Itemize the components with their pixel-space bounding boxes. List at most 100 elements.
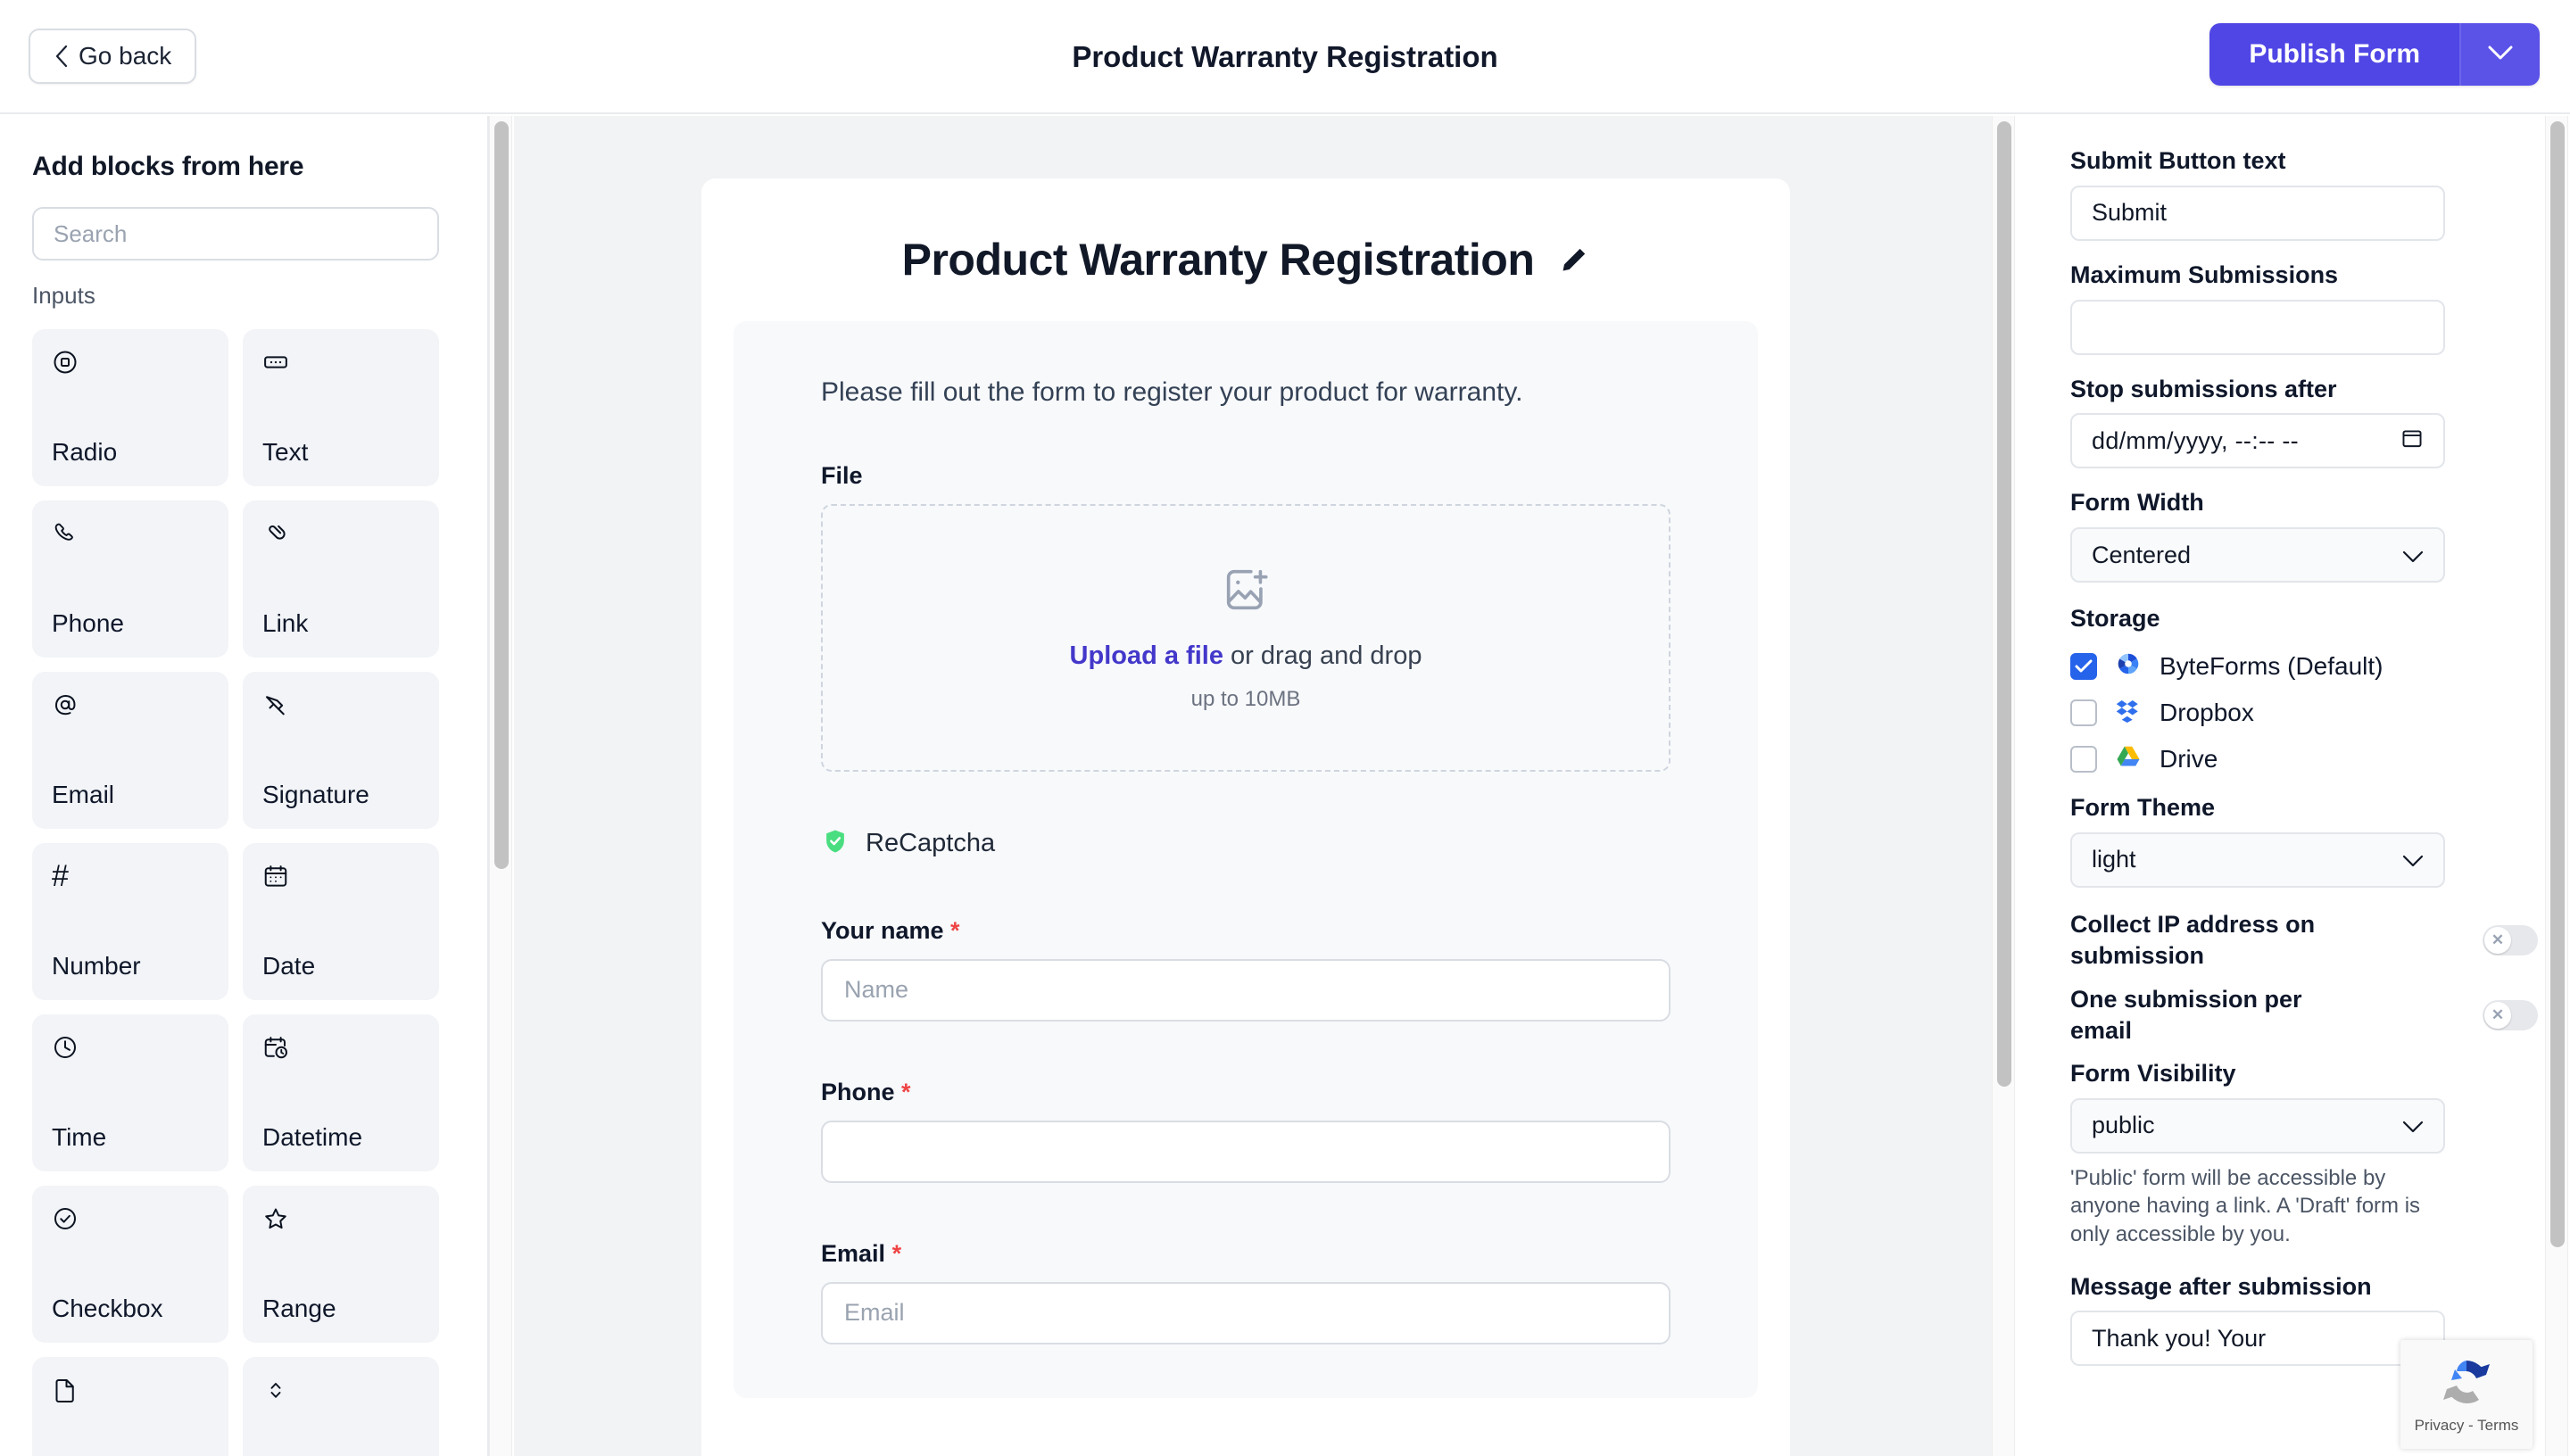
collect-ip-toggle[interactable]: ✕ (2483, 925, 2538, 956)
blocks-panel-scrollbar[interactable] (489, 116, 512, 1456)
dropbox-logo-icon (2115, 697, 2142, 728)
storage-label: Storage (2070, 604, 2538, 634)
blocks-grid: Radio Text Phone Link (32, 329, 455, 1456)
hash-icon: # (52, 863, 209, 893)
block-radio[interactable]: Radio (32, 329, 228, 486)
dropzone-size-hint: up to 10MB (1191, 687, 1301, 712)
blocks-panel-scrollbar-thumb[interactable] (494, 121, 509, 869)
search-input[interactable] (54, 220, 418, 248)
email-input[interactable] (821, 1282, 1670, 1344)
form-canvas-scrollbar-thumb[interactable] (1997, 121, 2011, 1087)
block-label: Text (262, 438, 419, 467)
upload-a-file-link[interactable]: Upload a file (1070, 641, 1223, 670)
one-submission-row: One submission per email ✕ (2070, 984, 2538, 1046)
collect-ip-label: Collect IP address on submission (2070, 909, 2365, 972)
image-add-icon (1220, 564, 1272, 620)
block-time[interactable]: Time (32, 1014, 228, 1171)
drag-and-drop-text: or drag and drop (1223, 641, 1422, 670)
block-label: Date (262, 952, 419, 980)
form-visibility-select[interactable]: public (2070, 1098, 2445, 1154)
block-label: Number (52, 952, 209, 980)
clock-icon (52, 1034, 209, 1064)
calendar-icon[interactable] (2400, 426, 2424, 456)
submit-button-text-label: Submit Button text (2070, 146, 2538, 177)
block-datetime[interactable]: Datetime (243, 1014, 439, 1171)
close-icon: ✕ (2484, 1002, 2511, 1029)
storage-option-label: Drive (2160, 745, 2218, 774)
block-label: Radio (52, 438, 209, 467)
field-label-text: Email (821, 1240, 885, 1267)
publish-options-dropdown-button[interactable] (2459, 23, 2540, 86)
stop-submissions-datetime-input[interactable]: dd/mm/yyyy, --:-- -- (2070, 413, 2445, 468)
block-label: Signature (262, 781, 419, 809)
blocks-panel-title: Add blocks from here (32, 152, 455, 182)
storage-option-label: ByteForms (Default) (2160, 652, 2383, 681)
form-visibility-value: public (2092, 1112, 2155, 1139)
block-label: Email (52, 781, 209, 809)
message-after-submission-input[interactable]: Thank you! Your (2070, 1311, 2445, 1366)
block-label: Datetime (262, 1123, 419, 1152)
chevron-down-icon (2402, 846, 2424, 873)
maximum-submissions-label: Maximum Submissions (2070, 261, 2538, 291)
publish-form-group: Publish Form (2209, 23, 2540, 86)
chevron-left-icon (54, 44, 69, 69)
byteforms-logo-icon (2115, 650, 2142, 682)
settings-panel-scrollbar[interactable] (2545, 116, 2568, 1456)
maximum-submissions-input[interactable] (2070, 300, 2445, 355)
block-label: Range (262, 1295, 419, 1323)
block-number[interactable]: # Number (32, 843, 228, 1000)
form-title: Product Warranty Registration (902, 234, 1535, 285)
block-file[interactable]: File (32, 1357, 228, 1456)
recaptcha-badge[interactable]: Privacy - Terms (2400, 1340, 2533, 1449)
pencil-icon[interactable] (1559, 244, 1589, 275)
one-submission-label: One submission per email (2070, 984, 2365, 1046)
chevron-down-icon (2487, 45, 2514, 65)
phone-input[interactable] (821, 1121, 1670, 1183)
form-width-select[interactable]: Centered (2070, 527, 2445, 583)
block-email[interactable]: Email (32, 672, 228, 829)
chevron-up-down-icon (262, 1377, 419, 1407)
your-name-field-label: Your name * (821, 917, 1670, 945)
chevron-down-icon (2402, 542, 2424, 569)
settings-panel-scrollbar-thumb[interactable] (2550, 121, 2565, 1247)
storage-option-byteforms[interactable]: ByteForms (Default) (2070, 643, 2538, 690)
block-select[interactable]: Select (243, 1357, 439, 1456)
block-text[interactable]: Text (243, 329, 439, 486)
form-canvas-scrollbar[interactable] (1992, 116, 2015, 1456)
blocks-panel: Add blocks from here Inputs Radio Text (0, 116, 489, 1456)
block-label: Checkbox (52, 1295, 209, 1323)
go-back-button[interactable]: Go back (29, 29, 196, 84)
one-submission-toggle[interactable]: ✕ (2483, 1000, 2538, 1030)
dropzone-main-text: Upload a file or drag and drop (1070, 641, 1422, 671)
storage-option-drive[interactable]: Drive (2070, 736, 2538, 782)
your-name-input[interactable] (821, 959, 1670, 1022)
required-marker: * (950, 917, 960, 944)
storage-checkbox-byteforms[interactable] (2070, 653, 2097, 680)
recaptcha-badge-text: Privacy - Terms (2415, 1417, 2519, 1435)
publish-form-button[interactable]: Publish Form (2209, 23, 2459, 86)
file-dropzone[interactable]: Upload a file or drag and drop up to 10M… (821, 504, 1670, 772)
storage-checkbox-dropbox[interactable] (2070, 699, 2097, 726)
storage-option-label: Dropbox (2160, 699, 2254, 727)
recaptcha-label: ReCaptcha (866, 829, 995, 858)
block-range[interactable]: Range (243, 1186, 439, 1343)
block-checkbox[interactable]: Checkbox (32, 1186, 228, 1343)
email-field-label: Email * (821, 1240, 1670, 1268)
stop-submissions-value: dd/mm/yyyy, --:-- -- (2092, 427, 2299, 455)
storage-option-dropbox[interactable]: Dropbox (2070, 690, 2538, 736)
block-phone[interactable]: Phone (32, 500, 228, 658)
form-description: Please fill out the form to register you… (821, 373, 1670, 412)
calendar-icon (262, 863, 419, 893)
message-after-submission-label: Message after submission (2070, 1272, 2538, 1303)
form-theme-value: light (2092, 846, 2136, 873)
storage-checkbox-drive[interactable] (2070, 746, 2097, 773)
phone-field-label: Phone * (821, 1079, 1670, 1106)
submit-button-text-input[interactable] (2070, 186, 2445, 241)
form-theme-select[interactable]: light (2070, 832, 2445, 888)
block-link[interactable]: Link (243, 500, 439, 658)
block-date[interactable]: Date (243, 843, 439, 1000)
blocks-search-box[interactable] (32, 207, 439, 261)
block-label: Phone (52, 609, 209, 638)
file-field-label: File (821, 462, 1670, 490)
block-signature[interactable]: Signature (243, 672, 439, 829)
